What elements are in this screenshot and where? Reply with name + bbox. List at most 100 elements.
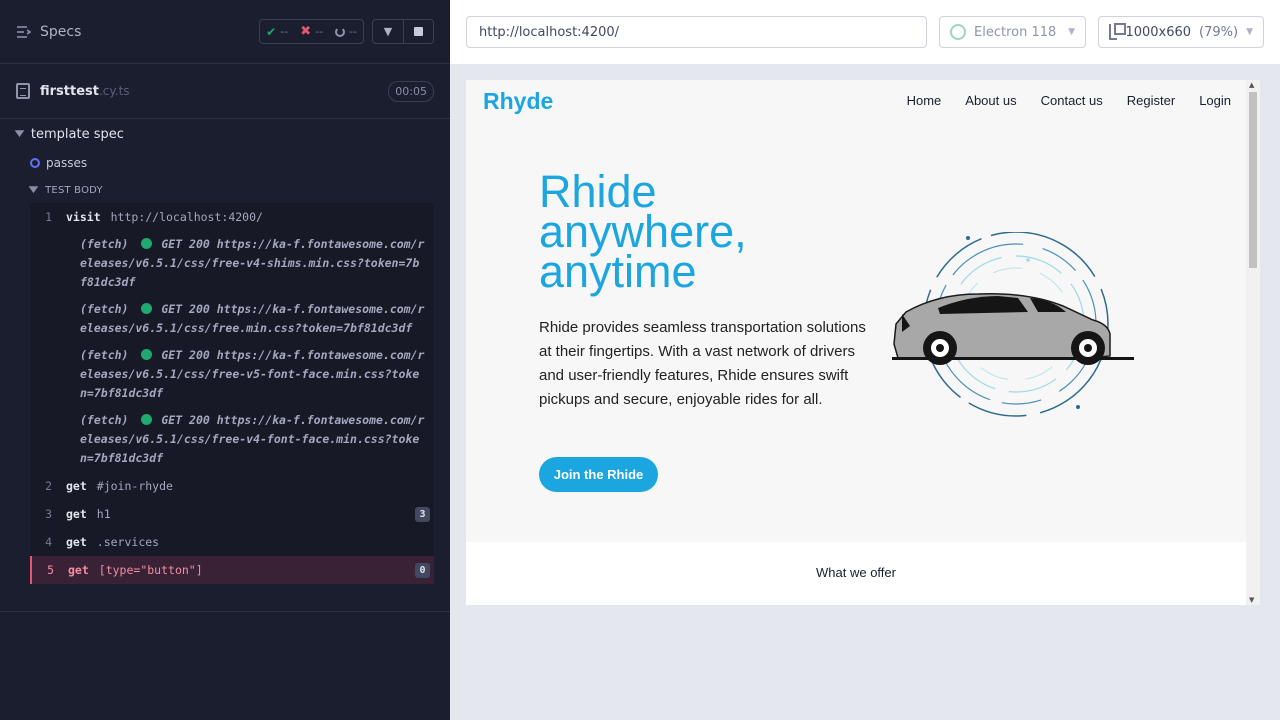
nav-home[interactable]: Home [907, 93, 942, 108]
command-row[interactable]: 1 visit http://localhost:4200/ [30, 203, 434, 231]
pending-icon [335, 26, 346, 37]
suite-title: template spec [30, 126, 124, 142]
stats-summary: ✔ -- ✖ -- -- [259, 19, 364, 44]
specs-button[interactable]: Specs [16, 24, 81, 40]
car-illustration [892, 232, 1134, 417]
test-body-toggle[interactable]: ▼ TEST BODY [0, 177, 450, 203]
command-number: 1 [45, 210, 52, 224]
scroll-thumb[interactable] [1249, 92, 1257, 268]
check-icon: ✔ [266, 24, 277, 39]
stats-group: ✔ -- ✖ -- -- ▼ [259, 19, 434, 44]
chevron-down-icon: ▼ [1068, 27, 1075, 37]
browser-label: Electron 118 [974, 24, 1057, 40]
chevron-down-icon: ▼ [1246, 27, 1253, 37]
element-count-badge: 0 [415, 563, 430, 578]
command-row[interactable]: 3 get h1 3 [30, 500, 434, 528]
viewport-selector[interactable]: 1000x660 (79%) ▼ [1098, 16, 1264, 48]
element-count-badge: 3 [415, 507, 430, 522]
command-message: .services [96, 535, 160, 549]
services-heading: What we offer [816, 565, 896, 580]
expand-button[interactable]: ▼ [373, 20, 403, 43]
command-number: 5 [47, 563, 54, 577]
scroll-up-icon[interactable]: ▲ [1249, 81, 1254, 89]
stop-button[interactable] [403, 20, 433, 43]
fetch-row[interactable]: (fetch) GET 200 https://ka-f.fontawesome… [30, 342, 434, 407]
command-number: 2 [45, 479, 52, 493]
browser-selector[interactable]: Electron 118 ▼ [939, 16, 1086, 48]
specs-list-icon [17, 25, 32, 38]
nav-register[interactable]: Register [1127, 93, 1175, 108]
url-field[interactable] [466, 16, 927, 48]
test-row[interactable]: passes [0, 149, 450, 177]
fetch-row[interactable]: (fetch) GET 200 https://ka-f.fontawesome… [30, 231, 434, 296]
command-name: get [66, 479, 87, 493]
fetch-label: (fetch) [80, 413, 129, 427]
command-message: h1 [96, 507, 111, 521]
fetch-label: (fetch) [80, 302, 129, 316]
status-dot-icon [141, 303, 153, 314]
viewport-icon [1109, 23, 1127, 40]
spec-file-row[interactable]: firsttest .cy.ts 00:05 [0, 64, 450, 119]
scroll-down-icon[interactable]: ▼ [1249, 596, 1254, 604]
app-iframe: Rhyde Home About us Contact us Register … [466, 80, 1260, 605]
fetch-text: GET 200 https://ka-f.fontawesome.com/rel… [80, 237, 425, 289]
zoom-level: (79%) [1199, 24, 1239, 40]
command-row[interactable]: 2 get #join-rhyde [30, 472, 434, 500]
command-row-active[interactable]: 5 get [type="button"] 0 [30, 556, 434, 584]
hero-description: Rhide provides seamless transportation s… [539, 319, 866, 408]
stop-icon [414, 27, 423, 36]
nav-login[interactable]: Login [1199, 93, 1231, 108]
fetch-text: GET 200 https://ka-f.fontawesome.com/rel… [80, 413, 425, 465]
run-duration: 00:05 [388, 80, 434, 102]
nav-about[interactable]: About us [965, 93, 1016, 108]
pending-count: -- [349, 25, 357, 38]
fetch-row[interactable]: (fetch) GET 200 https://ka-f.fontawesome… [30, 407, 434, 472]
join-rhide-button[interactable]: Join the Rhide [539, 457, 658, 492]
test-body-label: TEST BODY [45, 184, 103, 196]
command-message: [type="button"] [98, 563, 203, 577]
suite-row[interactable]: ▼ template spec [0, 119, 450, 149]
hero-section: Rhyde Home About us Contact us Register … [466, 80, 1246, 542]
spec-file-ext: .cy.ts [98, 84, 130, 98]
viewport-size: 1000x660 [1125, 24, 1192, 40]
chevron-down-icon: ▼ [383, 25, 393, 38]
command-row[interactable]: 4 get .services [30, 528, 434, 556]
x-icon: ✖ [300, 24, 312, 39]
specs-label: Specs [40, 23, 82, 40]
site-logo[interactable]: Rhyde [483, 88, 553, 115]
fetch-label: (fetch) [80, 348, 129, 362]
reporter-panel: Specs ✔ -- ✖ -- -- ▼ firsttest .cy.ts 00… [0, 0, 450, 720]
fetch-text: GET 200 https://ka-f.fontawesome.com/rel… [80, 302, 425, 335]
failed-count: -- [315, 25, 324, 38]
chevron-down-icon: ▼ [14, 129, 25, 139]
fetch-text: GET 200 https://ka-f.fontawesome.com/rel… [80, 348, 425, 400]
aut-panel: Electron 118 ▼ 1000x660 (79%) ▼ Rhyde Ho… [450, 0, 1280, 720]
nav-contact[interactable]: Contact us [1041, 93, 1103, 108]
command-message: #join-rhyde [96, 479, 173, 493]
command-name: get [68, 563, 89, 577]
hero-title: Rhide anywhere, anytime [539, 166, 747, 297]
pending-stat: -- [335, 25, 357, 38]
command-name: get [66, 535, 87, 549]
command-name: visit [66, 210, 101, 224]
passed-stat: ✔ -- [266, 25, 288, 39]
electron-icon [950, 24, 966, 40]
chevron-down-icon: ▼ [28, 185, 39, 195]
command-message: http://localhost:4200/ [110, 210, 263, 224]
iframe-scrollbar[interactable]: ▲ ▼ [1246, 80, 1260, 605]
failed-stat: ✖ -- [300, 24, 323, 39]
test-title: passes [46, 156, 88, 170]
command-number: 4 [45, 535, 52, 549]
fetch-row[interactable]: (fetch) GET 200 https://ka-f.fontawesome… [30, 296, 434, 342]
status-dot-icon [141, 414, 153, 425]
fetch-label: (fetch) [80, 237, 129, 251]
command-name: get [66, 507, 87, 521]
divider [0, 611, 450, 612]
aut-toolbar: Electron 118 ▼ 1000x660 (79%) ▼ [450, 0, 1280, 64]
run-controls: ▼ [372, 19, 434, 44]
document-icon [16, 83, 30, 99]
spec-file-name: firsttest [40, 83, 99, 99]
passed-count: -- [280, 25, 289, 38]
site-navbar: Rhyde Home About us Contact us Register … [466, 80, 1246, 124]
command-log: 1 visit http://localhost:4200/ (fetch) G… [30, 203, 434, 584]
